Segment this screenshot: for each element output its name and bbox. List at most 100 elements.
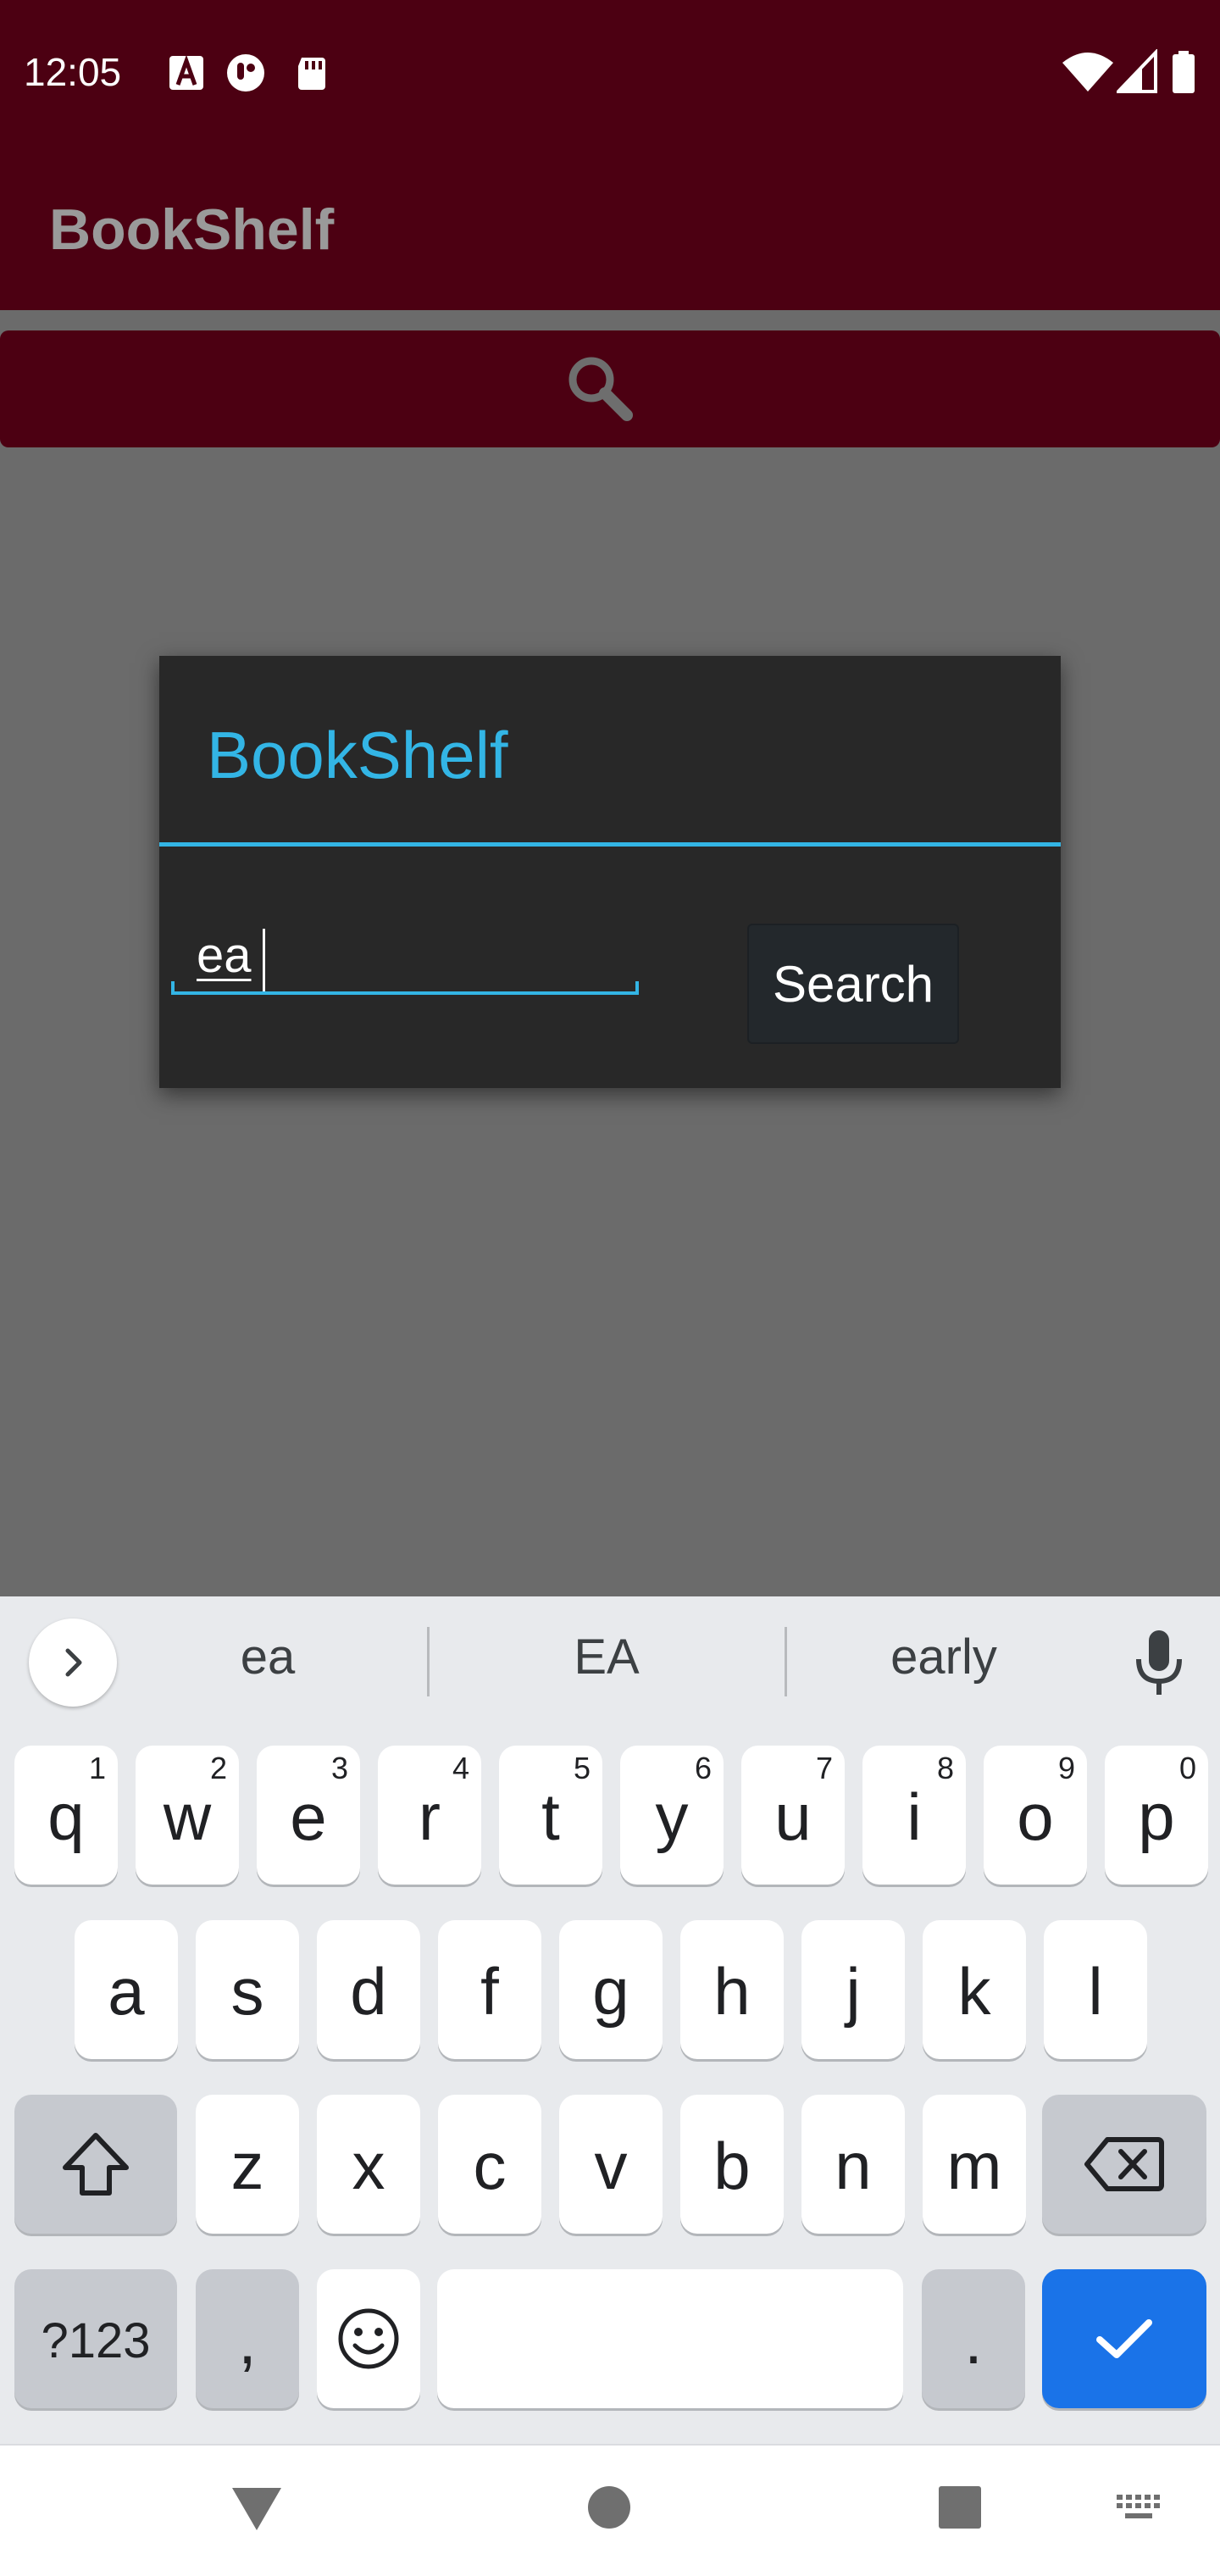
- chevron-right-icon: [65, 1648, 82, 1677]
- shift-icon: [63, 2133, 129, 2196]
- android-face-icon: [227, 54, 264, 92]
- navigation-bar: [0, 2444, 1220, 2576]
- dialog-title-divider: [159, 842, 1061, 847]
- emoji-key[interactable]: [317, 2269, 420, 2408]
- backspace-icon: [1084, 2137, 1164, 2191]
- comma-key[interactable]: ,: [196, 2269, 299, 2408]
- key-hint: 0: [1178, 1751, 1196, 1785]
- key-d[interactable]: d: [317, 1920, 420, 2059]
- key-label: h: [713, 1953, 751, 2029]
- backspace-key[interactable]: [1042, 2095, 1206, 2234]
- a-badge-icon: [169, 54, 203, 90]
- key-label: u: [774, 1779, 812, 1854]
- key-hint: 4: [452, 1751, 469, 1785]
- key-a[interactable]: a: [75, 1920, 178, 2059]
- key-b[interactable]: b: [680, 2095, 784, 2234]
- key-p[interactable]: 0p: [1105, 1746, 1208, 1885]
- key-label: a: [108, 1953, 145, 2029]
- key-j[interactable]: j: [801, 1920, 905, 2059]
- suggestion-expand-button[interactable]: [29, 1618, 117, 1707]
- soft-keyboard: ea EA early 1q 2w 3e 4r 5t 6y 7u 8i 9o 0…: [0, 1596, 1220, 2444]
- key-e[interactable]: 3e: [257, 1746, 360, 1885]
- key-label: s: [230, 1953, 264, 2029]
- search-input[interactable]: ea: [171, 927, 639, 995]
- key-m[interactable]: m: [923, 2095, 1026, 2234]
- key-label: j: [846, 1953, 861, 2029]
- back-icon[interactable]: [229, 2483, 285, 2534]
- cell-signal-icon: [1117, 49, 1157, 93]
- key-r[interactable]: 4r: [378, 1746, 481, 1885]
- battery-icon: [1173, 51, 1195, 93]
- key-z[interactable]: z: [196, 2095, 299, 2234]
- key-u[interactable]: 7u: [741, 1746, 845, 1885]
- key-label: o: [1017, 1779, 1054, 1854]
- key-label: v: [594, 2128, 628, 2203]
- search-bar[interactable]: [0, 330, 1220, 447]
- suggestion-divider: [785, 1627, 787, 1696]
- symbols-key[interactable]: ?123: [14, 2269, 177, 2408]
- checkmark-icon: [1096, 2319, 1152, 2358]
- key-label: c: [473, 2128, 507, 2203]
- key-hint: 5: [573, 1751, 591, 1785]
- recents-icon[interactable]: [937, 2484, 983, 2530]
- app-title: BookShelf: [49, 197, 335, 262]
- key-hint: 9: [1057, 1751, 1075, 1785]
- suggestion-strip: ea EA early: [0, 1596, 1220, 1732]
- shift-key[interactable]: [14, 2095, 177, 2234]
- key-f[interactable]: f: [438, 1920, 541, 2059]
- key-label: l: [1088, 1953, 1103, 2029]
- key-hint: 3: [330, 1751, 348, 1785]
- space-key[interactable]: [437, 2269, 903, 2408]
- key-s[interactable]: s: [196, 1920, 299, 2059]
- microphone-icon[interactable]: [1132, 1627, 1186, 1698]
- search-button[interactable]: Search: [747, 924, 959, 1044]
- keyboard-switch-icon[interactable]: [1115, 2493, 1162, 2523]
- key-hint: 1: [88, 1751, 106, 1785]
- search-input-underline: [171, 981, 639, 995]
- key-label: d: [350, 1953, 387, 2029]
- key-h[interactable]: h: [680, 1920, 784, 2059]
- key-label: f: [480, 1953, 499, 2029]
- key-v[interactable]: v: [559, 2095, 663, 2234]
- suggestion-2[interactable]: EA: [480, 1629, 734, 1685]
- period-key[interactable]: .: [922, 2269, 1025, 2408]
- key-t[interactable]: 5t: [499, 1746, 602, 1885]
- key-k[interactable]: k: [923, 1920, 1026, 2059]
- home-icon[interactable]: [586, 2484, 632, 2530]
- dialog-title: BookShelf: [207, 718, 508, 792]
- key-x[interactable]: x: [317, 2095, 420, 2234]
- enter-key[interactable]: [1042, 2269, 1206, 2408]
- sd-card-icon: [298, 58, 325, 90]
- key-hint: 2: [209, 1751, 227, 1785]
- key-label: p: [1138, 1779, 1175, 1854]
- suggestion-3[interactable]: early: [817, 1629, 1071, 1685]
- wifi-icon: [1062, 53, 1113, 92]
- key-label: ,: [238, 2302, 257, 2378]
- key-label: g: [592, 1953, 629, 2029]
- key-hint: 6: [694, 1751, 712, 1785]
- key-c[interactable]: c: [438, 2095, 541, 2234]
- key-i[interactable]: 8i: [862, 1746, 966, 1885]
- key-n[interactable]: n: [801, 2095, 905, 2234]
- search-dialog: BookShelf ea Search: [159, 656, 1061, 1088]
- key-label: y: [655, 1779, 689, 1854]
- search-icon[interactable]: [561, 351, 637, 427]
- key-label: k: [957, 1953, 991, 2029]
- key-l[interactable]: l: [1044, 1920, 1147, 2059]
- key-label: w: [163, 1779, 212, 1854]
- key-w[interactable]: 2w: [136, 1746, 239, 1885]
- key-label: .: [964, 2302, 983, 2378]
- key-o[interactable]: 9o: [984, 1746, 1087, 1885]
- key-q[interactable]: 1q: [14, 1746, 118, 1885]
- key-g[interactable]: g: [559, 1920, 663, 2059]
- key-label: i: [907, 1779, 922, 1854]
- text-cursor: [263, 929, 265, 991]
- key-label: ?123: [41, 2312, 151, 2368]
- key-y[interactable]: 6y: [620, 1746, 724, 1885]
- key-label: t: [541, 1779, 560, 1854]
- suggestion-1[interactable]: ea: [141, 1629, 395, 1685]
- key-label: m: [946, 2128, 1002, 2203]
- key-label: q: [47, 1779, 85, 1854]
- key-label: r: [419, 1779, 441, 1854]
- suggestion-divider: [427, 1627, 430, 1696]
